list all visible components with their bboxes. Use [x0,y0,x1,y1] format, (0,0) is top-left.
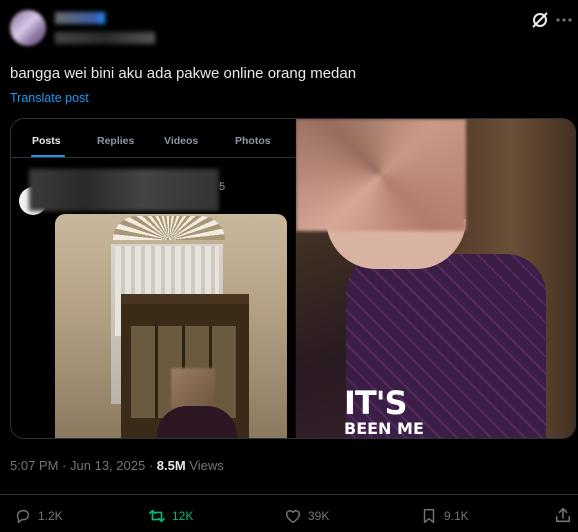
media-image-selfie[interactable]: IT'S BEEN ME [296,119,575,438]
like-icon [285,510,301,524]
pixelated-face [171,368,215,410]
bookmark-count: 9.1K [444,509,469,523]
media-image-screenshot[interactable]: Posts Replies Videos Photos 5 [11,119,295,438]
repost-count: 12K [172,509,194,523]
more-icon[interactable] [554,10,574,30]
meta-separator: · [148,458,154,473]
post-text: bangga wei bini aku ada pakwe online ora… [10,65,357,82]
tab-photos: Photos [235,135,271,147]
like-button[interactable]: 39K [284,506,329,526]
embedded-post-redacted [29,169,219,211]
post-time[interactable]: 5:07 PM [10,458,58,473]
like-count: 39K [308,509,330,523]
avatar[interactable] [10,10,46,46]
post-metadata: 5:07 PM · Jun 13, 2025 · 8.5M Views [10,458,224,473]
embedded-tabs: Posts Replies Videos Photos [11,129,295,158]
reply-icon [16,509,30,524]
media-grid[interactable]: Posts Replies Videos Photos 5 IT'S BEEN … [10,118,576,439]
tab-replies: Replies [97,135,135,147]
reply-count: 1.2K [38,509,63,523]
reply-button[interactable]: 1.2K [14,506,63,526]
embedded-digit: 5 [219,181,226,193]
pixelated-face [296,119,466,231]
bookmark-icon [423,508,435,524]
image-caption: IT'S BEEN ME [344,387,424,437]
grok-icon[interactable] [530,10,550,30]
share-icon[interactable] [554,506,572,524]
embedded-room-photo [55,214,287,438]
tab-videos: Videos [164,135,199,147]
bookmark-button[interactable]: 9.1K [420,506,469,526]
caption-line-2: BEEN ME [344,419,424,438]
post-date[interactable]: Jun 13, 2025 [70,458,145,473]
repost-button[interactable]: 12K [148,506,193,526]
views-label: Views [189,458,224,473]
handle-redacted[interactable] [55,32,155,44]
caption-line-1: IT'S [344,384,408,422]
repost-icon [148,509,166,523]
meta-separator: · [62,458,67,473]
post-header [0,0,578,56]
divider [11,157,295,158]
action-divider [0,494,578,495]
tab-posts: Posts [32,135,61,147]
views-count: 8.5M [156,458,186,473]
translate-link[interactable]: Translate post [10,91,89,105]
display-name-redacted[interactable] [55,12,105,24]
